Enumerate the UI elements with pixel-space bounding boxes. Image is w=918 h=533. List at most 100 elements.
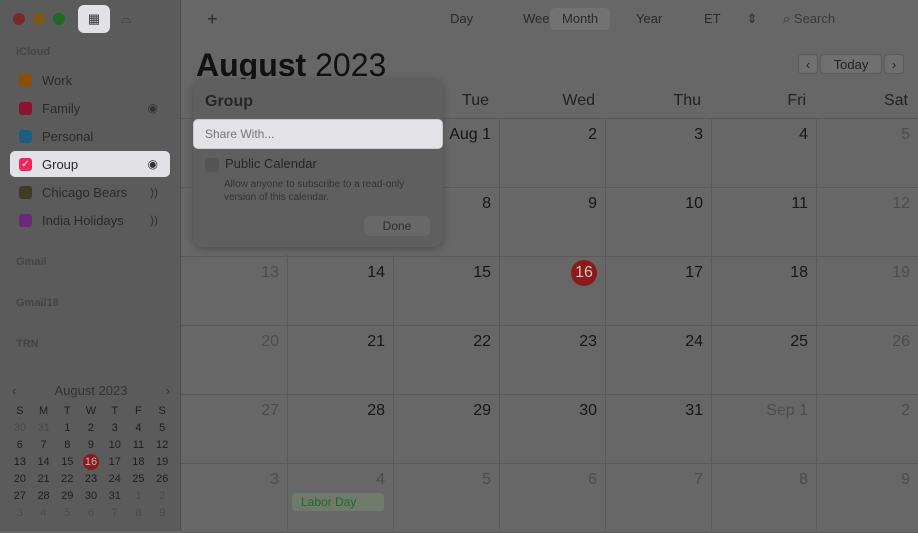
day-cell-date[interactable]: 30 (501, 402, 597, 420)
view-day[interactable]: Day (438, 8, 485, 30)
day-cell-date[interactable]: 14 (289, 264, 385, 282)
mini-day[interactable]: 11 (127, 438, 151, 452)
public-calendar-checkbox[interactable] (205, 158, 219, 172)
mini-day[interactable]: 27 (8, 489, 32, 503)
mini-day[interactable]: 6 (8, 438, 32, 452)
mini-day[interactable]: 12 (150, 438, 174, 452)
day-cell-date[interactable]: 9 (814, 471, 910, 489)
day-cell-date[interactable]: 8 (712, 471, 808, 489)
day-cell-date[interactable]: 4 (712, 126, 808, 144)
prev-month-button[interactable]: ‹ (798, 54, 818, 74)
day-cell-date[interactable]: 29 (395, 402, 491, 420)
calendar-item[interactable]: Family ◉ (10, 95, 170, 121)
day-cell-date[interactable]: 26 (814, 333, 910, 351)
calendar-color-checkbox[interactable] (19, 101, 32, 115)
calendar-item[interactable]: ✓ Group ◉ (10, 151, 170, 177)
mini-day[interactable]: 6 (79, 506, 103, 520)
mini-day[interactable]: 26 (150, 472, 174, 486)
today-button[interactable]: Today (820, 54, 882, 74)
day-cell-date[interactable]: 6 (501, 471, 597, 489)
next-month-button[interactable]: › (884, 54, 904, 74)
day-cell-date[interactable]: 12 (814, 195, 910, 213)
timezone-select[interactable]: ET ⇕ (692, 8, 770, 30)
mini-day[interactable]: 1 (127, 489, 151, 503)
today-date[interactable]: 16 (501, 260, 597, 286)
day-cell-date[interactable]: 11 (712, 195, 808, 213)
done-button[interactable]: Done (364, 216, 430, 236)
mini-day[interactable]: 4 (32, 506, 56, 520)
mini-day[interactable]: 13 (8, 455, 32, 469)
minimize-button[interactable] (33, 13, 45, 25)
calendar-item[interactable]: Personal (10, 123, 170, 149)
calendar-color-checkbox[interactable] (19, 73, 32, 87)
mini-day[interactable]: 19 (150, 455, 174, 469)
mini-day[interactable]: 9 (150, 506, 174, 520)
day-cell-date[interactable]: 5 (395, 471, 491, 489)
day-cell-date[interactable]: 4 (289, 471, 385, 489)
mini-day[interactable]: 17 (103, 455, 127, 469)
calendar-item[interactable]: Chicago Bears)) (10, 179, 170, 205)
day-cell-date[interactable]: 24 (607, 333, 703, 351)
mini-day[interactable]: 8 (127, 506, 151, 520)
mini-day[interactable]: 29 (55, 489, 79, 503)
day-cell-date[interactable]: 5 (814, 126, 910, 144)
calendar-item[interactable]: Work (10, 67, 170, 93)
day-cell-date[interactable]: 3 (183, 471, 279, 489)
mini-day[interactable]: 16 (82, 454, 99, 470)
day-cell-date[interactable]: 21 (289, 333, 385, 351)
mini-day[interactable]: 2 (150, 489, 174, 503)
mini-day[interactable]: 1 (55, 421, 79, 435)
mini-day[interactable]: 7 (103, 506, 127, 520)
day-cell-date[interactable]: 28 (289, 402, 385, 420)
inbox-button[interactable]: ⌓ (110, 5, 142, 33)
share-with-input[interactable] (193, 119, 443, 149)
view-year[interactable]: Year (624, 8, 674, 30)
mini-day[interactable]: 8 (55, 438, 79, 452)
day-cell-date[interactable]: 10 (607, 195, 703, 213)
mini-day[interactable]: 3 (8, 506, 32, 520)
mini-day[interactable]: 30 (79, 489, 103, 503)
calendar-color-checkbox[interactable] (19, 213, 32, 227)
mini-day[interactable]: 5 (55, 506, 79, 520)
day-cell-date[interactable]: Sep 1 (712, 402, 808, 420)
day-cell-date[interactable]: 19 (814, 264, 910, 282)
mini-day[interactable]: 18 (127, 455, 151, 469)
mini-day[interactable]: 28 (32, 489, 56, 503)
mini-day[interactable]: 31 (32, 421, 56, 435)
mini-day[interactable]: 5 (150, 421, 174, 435)
day-cell-date[interactable]: 3 (607, 126, 703, 144)
mini-prev-button[interactable]: ‹ (12, 383, 16, 398)
day-cell-date[interactable]: 27 (183, 402, 279, 420)
mini-day[interactable]: 9 (79, 438, 103, 452)
day-cell-date[interactable]: 15 (395, 264, 491, 282)
calendar-color-checkbox[interactable] (19, 185, 32, 199)
day-cell-date[interactable]: 17 (607, 264, 703, 282)
day-cell-date[interactable]: 20 (183, 333, 279, 351)
day-cell-date[interactable]: 31 (607, 402, 703, 420)
mini-day[interactable]: 24 (103, 472, 127, 486)
mini-day[interactable]: 15 (55, 455, 79, 469)
view-month[interactable]: Month (550, 8, 611, 30)
add-event-button[interactable]: + (195, 8, 230, 30)
mini-day[interactable]: 21 (32, 472, 56, 486)
mini-day[interactable]: 20 (8, 472, 32, 486)
day-cell-date[interactable]: 25 (712, 333, 808, 351)
day-cell-date[interactable]: 9 (501, 195, 597, 213)
mini-next-button[interactable]: › (166, 383, 170, 398)
mini-day[interactable]: 25 (127, 472, 151, 486)
mini-day[interactable]: 23 (79, 472, 103, 486)
day-cell-date[interactable]: 22 (395, 333, 491, 351)
mini-day[interactable]: 2 (79, 421, 103, 435)
day-cell-date[interactable]: 2 (814, 402, 910, 420)
mini-day[interactable]: 14 (32, 455, 56, 469)
mini-day[interactable]: 10 (103, 438, 127, 452)
event-labor-day[interactable]: Labor Day (292, 493, 384, 511)
mini-day[interactable]: 22 (55, 472, 79, 486)
search-input[interactable]: ⌕ Search (771, 8, 847, 30)
calendar-list-toggle[interactable]: ▦ (78, 5, 110, 33)
day-cell-date[interactable]: 23 (501, 333, 597, 351)
mini-day[interactable]: 7 (32, 438, 56, 452)
zoom-button[interactable] (53, 13, 65, 25)
calendar-color-checkbox[interactable] (19, 129, 32, 143)
mini-day[interactable]: 3 (103, 421, 127, 435)
